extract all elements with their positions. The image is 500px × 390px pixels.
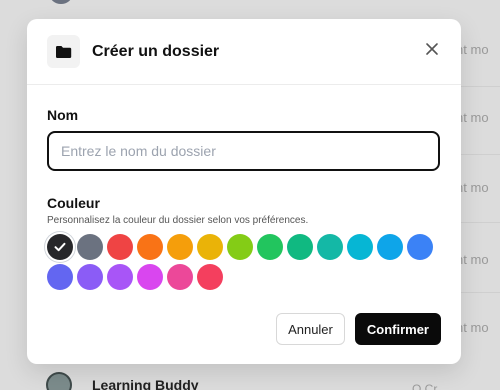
name-field-label: Nom [47,107,79,123]
color-section: Couleur Personnalisez la couleur du doss… [47,195,441,290]
color-swatch[interactable] [407,234,433,260]
color-help-text: Personnalisez la couleur du dossier selo… [47,215,309,226]
color-swatch[interactable] [287,234,313,260]
background-divider [460,86,500,87]
confirm-button[interactable]: Confirmer [354,313,441,345]
color-swatch[interactable] [77,264,103,290]
folder-icon [56,45,72,58]
create-folder-dialog: Créer un dossier Nom Couleur Personnalis… [27,19,461,364]
background-item-meta: Q Cr [412,382,438,390]
folder-name-input[interactable] [47,131,440,171]
cancel-button[interactable]: Annuler [276,313,345,345]
dialog-body: Nom Couleur Personnalisez la couleur du … [27,85,461,290]
color-swatch[interactable] [197,234,223,260]
color-swatch[interactable] [347,234,373,260]
color-swatch[interactable] [47,264,73,290]
dialog-title: Créer un dossier [92,42,220,60]
background-item-title: Learning Buddy [92,377,199,390]
avatar [46,372,72,390]
color-swatch[interactable] [167,264,193,290]
color-swatch[interactable] [227,234,253,260]
color-swatch[interactable] [257,234,283,260]
background-avatar [50,0,72,4]
folder-icon-badge [47,35,80,68]
color-swatch[interactable] [317,234,343,260]
background-divider [460,292,500,293]
close-button[interactable] [425,42,439,56]
dialog-header: Créer un dossier [27,19,461,85]
dialog-footer: Annuler Confirmer [276,313,441,345]
close-icon [426,43,438,55]
background-divider [460,222,500,223]
color-swatch[interactable] [107,234,133,260]
color-swatch[interactable] [137,234,163,260]
check-icon [54,242,66,252]
color-field-label: Couleur [47,195,100,211]
color-swatch[interactable] [197,264,223,290]
color-swatch-grid [47,234,447,290]
background-divider [460,154,500,155]
color-swatch[interactable] [377,234,403,260]
color-swatch[interactable] [137,264,163,290]
color-swatch[interactable] [77,234,103,260]
background-list-item: Learning Buddy [46,372,199,390]
color-swatch[interactable] [47,234,73,260]
color-swatch[interactable] [107,264,133,290]
color-swatch[interactable] [167,234,193,260]
